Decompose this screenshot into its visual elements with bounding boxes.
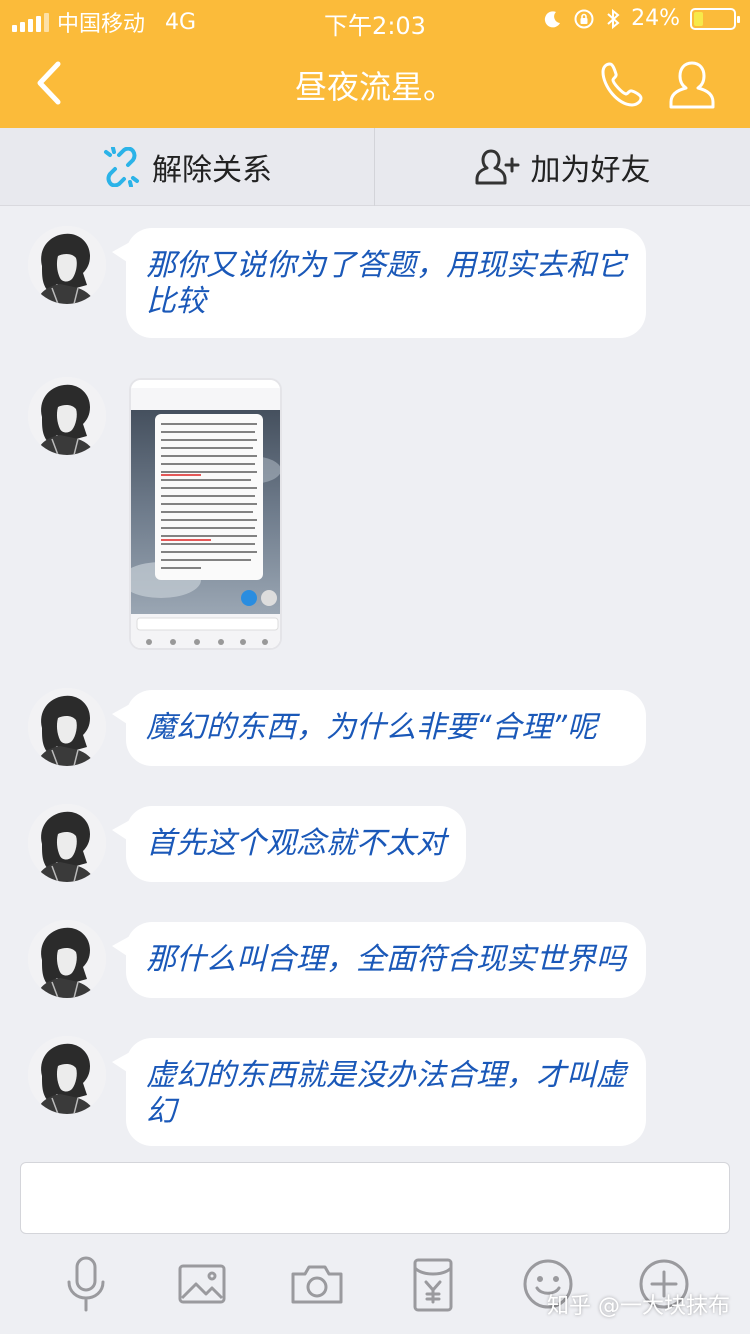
contact-avatar[interactable] [28,688,106,766]
top-bar: 中国移动 4G 下午2:03 24% 昼夜流星。 [0,0,750,128]
unbind-relation-button[interactable]: 解除关系 [0,128,374,206]
message-bubble[interactable]: 首先这个观念就不太对 [112,806,466,882]
bluetooth-icon [607,8,620,29]
message-text-line: 那什么叫合理，全面符合现实世界吗 [146,942,626,977]
message-text-line: 那你又说你为了答题，用现实去和它 [146,248,626,283]
battery-icon [690,7,740,30]
moon-icon [544,10,561,27]
battery-percent: 24% [631,6,680,31]
camera-icon[interactable] [287,1254,347,1314]
image-icon[interactable] [172,1254,232,1314]
add-friend-icon [475,149,519,185]
unbind-relation-label: 解除关系 [152,153,272,188]
avatar-portrait-icon [28,688,106,766]
avatar-portrait-icon [28,226,106,304]
avatar-portrait-icon [28,804,106,882]
message-text-line: 首先这个观念就不太对 [146,826,446,861]
add-friend-label: 加为好友 [530,153,651,188]
message-text-line: 虚幻的东西就是没办法合理，才叫虚 [146,1058,626,1093]
message-text-line: 幻 [146,1094,176,1129]
contact-avatar[interactable] [28,1036,106,1114]
chat-screenshot-image [131,380,280,648]
rotation-lock-icon [574,9,594,28]
add-friend-button[interactable]: 加为好友 [375,128,750,206]
contact-avatar[interactable] [28,804,106,882]
avatar-portrait-icon [28,377,106,455]
microphone-icon[interactable] [56,1254,116,1314]
phone-call-icon[interactable] [598,58,650,110]
message-input[interactable] [20,1162,730,1234]
status-bar: 中国移动 4G 下午2:03 24% [0,0,750,40]
message-text-line: 比较 [146,284,206,319]
avatar-portrait-icon [28,920,106,998]
profile-icon[interactable] [666,58,718,112]
message-bubble[interactable]: 那你又说你为了答题，用现实去和它 比较 [112,228,646,338]
relation-bar: 解除关系 加为好友 [0,128,750,206]
message-bubble[interactable]: 那什么叫合理，全面符合现实世界吗 [112,922,646,998]
avatar-portrait-icon [28,1036,106,1114]
watermark-text: 知乎 @一大块抹布 [547,1294,730,1319]
message-text-line: 魔幻的东西，为什么非要“合理”呢 [146,710,598,745]
contact-avatar[interactable] [28,920,106,998]
broken-link-icon [104,147,139,187]
image-message-thumbnail[interactable] [129,378,282,650]
message-bubble[interactable]: 魔幻的东西，为什么非要“合理”呢 [112,690,646,766]
red-packet-icon[interactable] [403,1254,463,1314]
message-bubble[interactable]: 虚幻的东西就是没办法合理，才叫虚 幻 [112,1038,646,1146]
contact-avatar[interactable] [28,377,106,455]
contact-avatar[interactable] [28,226,106,304]
